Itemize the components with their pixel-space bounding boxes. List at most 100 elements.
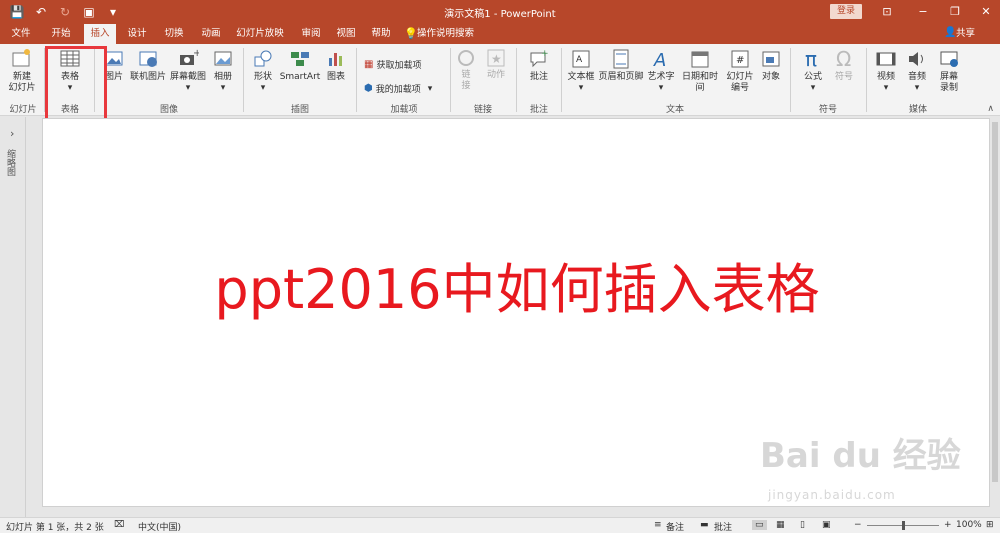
- chevron-down-icon: ▾: [260, 83, 266, 93]
- spellcheck-icon[interactable]: ⌧: [114, 520, 124, 530]
- notes-button[interactable]: 备注: [666, 520, 684, 533]
- screen-recording-button[interactable]: 屏幕 录制: [934, 48, 964, 94]
- fit-slide-icon[interactable]: ⊞: [986, 520, 994, 530]
- link-icon: [458, 50, 474, 66]
- wordart-button[interactable]: A 艺术字 ▾: [645, 48, 677, 94]
- tab-insert[interactable]: 插入: [84, 24, 116, 44]
- group-separator: [516, 48, 517, 112]
- svg-text:★: ★: [491, 52, 502, 66]
- pi-icon: π: [805, 48, 817, 70]
- tab-help[interactable]: 帮助: [368, 24, 394, 44]
- svg-text:A: A: [653, 50, 666, 70]
- group-separator: [450, 48, 451, 112]
- chevron-down-icon: ▾: [883, 83, 889, 93]
- shapes-icon: [254, 50, 272, 67]
- picture-icon: [105, 51, 123, 66]
- language-status[interactable]: 中文(中国): [138, 520, 181, 533]
- tab-file[interactable]: 文件: [6, 24, 36, 44]
- vertical-scrollbar[interactable]: [990, 118, 1000, 507]
- zoom-out-icon[interactable]: −: [854, 520, 862, 530]
- audio-button[interactable]: 音频 ▾: [903, 48, 931, 94]
- group-separator: [243, 48, 244, 112]
- new-slide-icon: [12, 49, 30, 67]
- restore-icon[interactable]: ❐: [946, 3, 964, 21]
- screen-recording-icon: [940, 51, 958, 67]
- chevron-down-icon: ▾: [658, 83, 664, 93]
- link-button[interactable]: 链 接: [454, 48, 478, 92]
- comments-button[interactable]: 批注: [714, 520, 732, 533]
- tab-design[interactable]: 设计: [122, 24, 152, 44]
- chevron-down-icon: ▾: [220, 83, 226, 93]
- chart-icon: [329, 53, 342, 66]
- symbol-button[interactable]: Ω 符号: [830, 48, 858, 83]
- photo-album-button[interactable]: 相册 ▾: [208, 48, 238, 94]
- login-button[interactable]: 登录: [830, 4, 862, 19]
- shapes-button[interactable]: 形状 ▾: [248, 48, 278, 94]
- group-label-media: 媒体: [908, 105, 927, 115]
- group-separator: [356, 48, 357, 112]
- my-addins-button[interactable]: ⬢ 我的加载项 ▾: [364, 82, 432, 95]
- tab-animations[interactable]: 动画: [196, 24, 226, 44]
- zoom-level[interactable]: 100%: [956, 520, 982, 530]
- scrollbar-thumb[interactable]: [992, 122, 998, 482]
- comment-button[interactable]: + 批注: [524, 48, 554, 83]
- group-separator: [561, 48, 562, 112]
- slide-sorter-icon[interactable]: ▦: [776, 520, 785, 530]
- tab-home[interactable]: 开始: [46, 24, 76, 44]
- tab-review[interactable]: 审阅: [297, 24, 325, 44]
- group-label-slides: 幻灯片: [9, 105, 37, 115]
- normal-view-icon[interactable]: ▭: [752, 520, 767, 530]
- equation-button[interactable]: π 公式 ▾: [798, 48, 828, 94]
- tab-slideshow[interactable]: 幻灯片放映: [232, 24, 288, 44]
- online-picture-icon: [139, 51, 157, 67]
- zoom-slider-handle[interactable]: [902, 521, 905, 530]
- tab-transitions[interactable]: 切换: [159, 24, 189, 44]
- ribbon-display-options-icon[interactable]: ⊡: [878, 3, 896, 21]
- minimize-icon[interactable]: −: [914, 3, 932, 21]
- expand-thumbnails-icon[interactable]: ›: [10, 127, 14, 140]
- ribbon-insert: 新建 幻灯片 幻灯片 表格 ▾ 表格 图片 联机图片 + 屏幕截图 ▾ 相册 ▾ 图像…: [0, 44, 1000, 116]
- group-label-comments: 批注: [529, 105, 548, 115]
- zoom-in-icon[interactable]: +: [944, 520, 952, 530]
- video-button[interactable]: 视频 ▾: [872, 48, 900, 94]
- reading-view-icon[interactable]: ▯: [800, 520, 805, 530]
- table-icon: [60, 50, 80, 67]
- share-button[interactable]: 共享: [956, 24, 975, 44]
- thumbnail-pane-label: 缩略图: [5, 149, 15, 176]
- header-footer-icon: [613, 49, 629, 69]
- video-icon: [876, 52, 896, 66]
- action-button[interactable]: ★ 动作: [482, 48, 510, 81]
- svg-text:A: A: [576, 55, 583, 65]
- addins-icon: ⬢: [364, 83, 373, 94]
- slide-number-button[interactable]: # 幻灯片 编号: [724, 48, 756, 94]
- group-label-addins: 加载项: [390, 105, 418, 115]
- collapse-ribbon-icon[interactable]: ∧: [987, 104, 994, 114]
- datetime-button[interactable]: 日期和时间: [678, 48, 722, 94]
- object-button[interactable]: 对象: [757, 48, 785, 83]
- screenshot-button[interactable]: + 屏幕截图 ▾: [168, 48, 208, 94]
- close-icon[interactable]: ✕: [977, 3, 995, 21]
- textbox-button[interactable]: A 文本框 ▾: [565, 48, 597, 94]
- picture-button[interactable]: 图片: [100, 48, 128, 83]
- ribbon-tab-bar: 文件 开始 插入 设计 切换 动画 幻灯片放映 审阅 视图 帮助 💡 操作说明搜…: [0, 24, 1000, 44]
- tell-me-search[interactable]: 操作说明搜索: [417, 24, 474, 44]
- get-addins-button[interactable]: ▦ 获取加载项: [364, 58, 421, 71]
- tab-view[interactable]: 视图: [333, 24, 359, 44]
- group-label-text: 文本: [665, 105, 684, 115]
- header-footer-button[interactable]: 页眉和页脚: [598, 48, 644, 83]
- group-separator: [790, 48, 791, 112]
- new-slide-button[interactable]: 新建 幻灯片: [4, 48, 40, 94]
- group-label-illustrations: 插图: [290, 105, 309, 115]
- slideshow-view-icon[interactable]: ▣: [822, 520, 831, 530]
- wordart-icon: A: [653, 50, 666, 70]
- store-icon: ▦: [364, 59, 374, 70]
- smartart-button[interactable]: SmartArt: [279, 48, 321, 83]
- smartart-icon: [291, 52, 309, 66]
- chart-button[interactable]: 图表: [322, 48, 350, 83]
- slide-title-text[interactable]: ppt2016中如何插入表格: [43, 245, 991, 324]
- chevron-down-icon: ▾: [185, 83, 191, 93]
- group-separator: [44, 48, 45, 112]
- online-picture-button[interactable]: 联机图片: [128, 48, 168, 83]
- svg-text:Ω: Ω: [836, 48, 851, 70]
- table-button[interactable]: 表格 ▾: [52, 48, 88, 94]
